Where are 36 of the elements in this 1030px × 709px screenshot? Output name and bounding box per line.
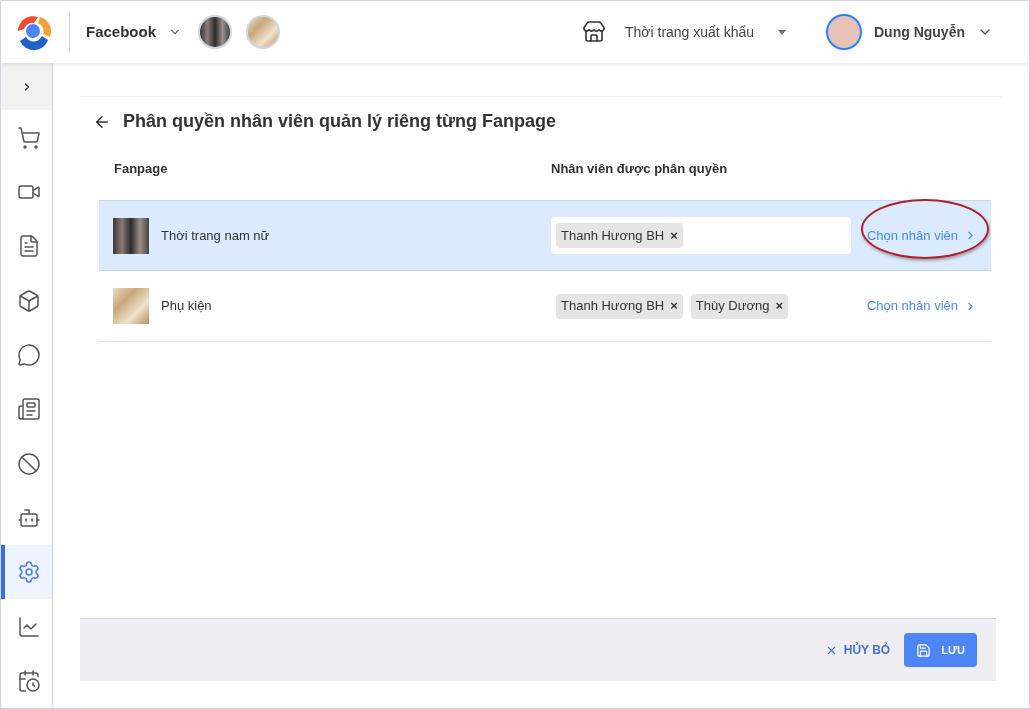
staff-name: Thanh Hương BH xyxy=(561,226,665,245)
remove-tag-button[interactable]: × xyxy=(670,225,678,246)
remove-tag-button[interactable]: × xyxy=(670,296,678,316)
settings-icon xyxy=(16,560,41,585)
store-icon xyxy=(581,20,606,44)
column-header: Fanpage xyxy=(113,160,169,178)
save-icon xyxy=(916,642,932,658)
staff-field[interactable]: Thanh Hương BH × xyxy=(551,217,851,254)
shop-dropdown[interactable]: Thời trang xuất khẩu xyxy=(624,21,786,43)
caret-icon xyxy=(778,29,786,35)
fanpage-thumbnail xyxy=(113,288,149,324)
fanpage-thumbnail xyxy=(113,217,149,254)
chart-icon xyxy=(16,614,41,639)
user-avatar xyxy=(826,14,862,50)
box-icon xyxy=(16,288,41,313)
staff-field[interactable]: Thanh Hương BH × Thùy Dương × xyxy=(551,287,851,325)
prohibited-icon xyxy=(16,451,41,476)
save-button[interactable]: LƯU xyxy=(904,633,977,667)
staff-name: Thanh Hương BH xyxy=(561,297,665,316)
page-title: Phân quyền nhân viên quản lý riêng từng Fanpage xyxy=(123,110,557,133)
sidebar-item[interactable] xyxy=(1,545,52,600)
column-header: Nhân viên được phân quyền xyxy=(551,160,728,178)
remove-tag-button[interactable]: × xyxy=(775,296,783,316)
report-clock-icon xyxy=(16,668,41,693)
page-avatar xyxy=(246,15,281,49)
fanpage-name: Thời trang nam nữ xyxy=(161,226,270,245)
cart-icon xyxy=(16,125,41,150)
choose-staff-link[interactable]: Chọn nhân viên xyxy=(866,296,977,316)
cancel-button[interactable]: HỦY BỎ xyxy=(824,641,891,659)
user-menu[interactable]: Dung Nguyễn xyxy=(874,21,993,43)
chat-bubble-icon xyxy=(16,342,41,367)
table-row[interactable]: Thời trang nam nữ Thanh Hương BH × Chọn nhân viên xyxy=(99,200,991,271)
channel-dropdown[interactable]: Facebook xyxy=(86,20,183,44)
page-avatar xyxy=(198,15,233,49)
staff-name: Thùy Dương xyxy=(695,297,770,316)
fanpage-name: Phụ kiện xyxy=(161,297,212,316)
